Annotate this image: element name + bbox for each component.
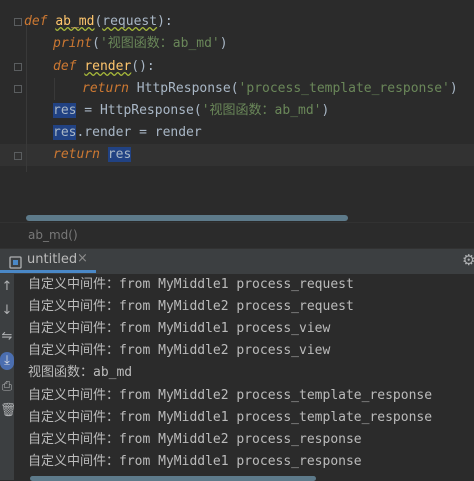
string-literal: 'process_template_response'	[238, 81, 450, 96]
variable-res: res	[53, 125, 77, 140]
up-arrow-icon[interactable]: ↑	[0, 278, 14, 296]
scroll-to-end-icon[interactable]: ⤓	[0, 352, 14, 370]
function-name: ab_md	[55, 14, 95, 29]
attribute-assign: .render = render	[76, 125, 202, 140]
console-line: 自定义中间件：from MyMiddle1 process_response	[28, 454, 362, 469]
param-request: request	[102, 14, 158, 29]
code-line-1: def ab_md(request):	[24, 11, 173, 33]
code-line-5: res = HttpResponse('视图函数：ab_md')	[53, 100, 329, 122]
soft-wrap-icon[interactable]: ⇋	[0, 328, 14, 346]
active-tab-indicator	[0, 270, 96, 273]
console-line: 自定义中间件：from MyMiddle1 process_template_r…	[28, 410, 433, 425]
paren-open: (	[92, 36, 100, 51]
console-line: 自定义中间件：from MyMiddle1 process_view	[28, 321, 331, 336]
console-line: 自定义中间件：from MyMiddle2 process_view	[28, 343, 331, 358]
fold-end-marker-icon[interactable]	[14, 152, 22, 160]
paren-close: )	[321, 103, 330, 118]
keyword-return: return	[82, 81, 129, 96]
variable-res: res	[107, 147, 132, 162]
console-line: 自定义中间件：from MyMiddle2 process_request	[28, 299, 354, 314]
keyword-return: return	[53, 147, 100, 162]
tab-label: untitled	[27, 252, 78, 267]
indent-guide	[26, 22, 27, 172]
console-line: 自定义中间件：from MyMiddle2 process_response	[28, 432, 362, 447]
fold-marker-icon[interactable]	[14, 18, 22, 26]
gear-icon[interactable]: ⚙	[462, 251, 474, 269]
fold-end-marker-icon[interactable]	[14, 85, 22, 93]
paren-close: ):	[157, 14, 173, 29]
string-literal: '视图函数：ab_md'	[99, 36, 220, 51]
code-editor[interactable]: def ab_md(request): print('视图函数：ab_md') …	[0, 0, 474, 222]
indent-guide-inner	[54, 78, 55, 100]
trash-icon[interactable]: 🗑	[0, 402, 17, 420]
keyword-def: def	[53, 59, 77, 74]
variable-res: res	[53, 103, 77, 118]
builtin-print: print	[53, 36, 93, 51]
console-line: 自定义中间件：from MyMiddle1 process_request	[28, 277, 354, 292]
keyword-def: def	[24, 14, 48, 29]
code-line-2: print('视图函数：ab_md')	[53, 33, 228, 55]
code-line-6: res.render = render	[53, 122, 202, 144]
parens: ():	[131, 59, 155, 74]
code-line-7: return res	[53, 144, 132, 166]
code-line-4: return HttpResponse('process_template_re…	[82, 78, 458, 100]
function-name: render	[84, 59, 132, 74]
paren-close: )	[449, 81, 458, 96]
console-horizontal-scrollbar[interactable]	[30, 476, 316, 481]
code-line-3: def render():	[53, 56, 155, 78]
call-httpresponse: HttpResponse(	[128, 81, 239, 96]
assign-call: = HttpResponse(	[76, 103, 202, 118]
paren-close: )	[219, 36, 228, 51]
breadcrumb[interactable]: ab_md()	[28, 228, 78, 242]
console-line: 视图函数：ab_md	[28, 365, 133, 380]
console-line: 自定义中间件：from MyMiddle2 process_template_r…	[28, 388, 433, 403]
string-literal: '视图函数：ab_md'	[201, 103, 322, 118]
print-icon[interactable]: ⎙	[0, 378, 14, 396]
fold-marker-icon[interactable]	[14, 63, 22, 71]
python-run-icon	[9, 254, 22, 269]
down-arrow-icon[interactable]: ↓	[0, 302, 14, 320]
horizontal-scrollbar[interactable]	[26, 215, 348, 221]
close-icon[interactable]: ×	[77, 251, 88, 266]
